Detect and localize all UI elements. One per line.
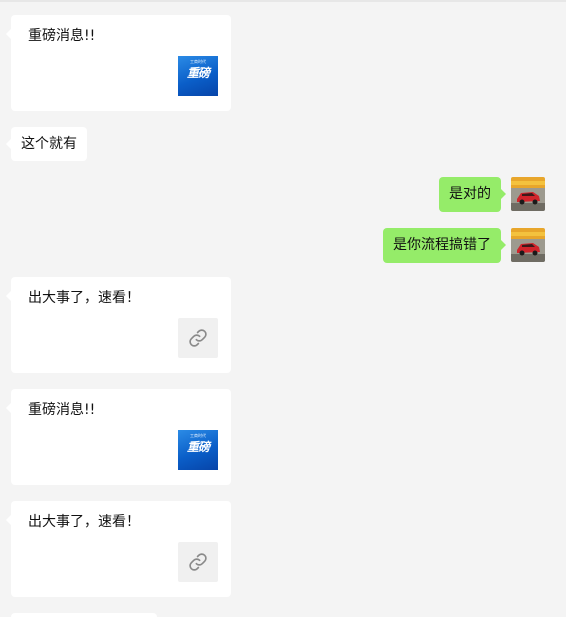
thumbnail-kicker: 工商时代 [190,433,206,438]
link-thumbnail [178,542,218,582]
message-text: 这个就有 [21,136,77,152]
news-card-message[interactable]: 重磅消息!! 工商时代 重磅 [6,389,231,485]
outgoing-text-bubble[interactable]: 是你流程搞错了 [383,228,506,263]
link-thumbnail [178,318,218,358]
user-avatar[interactable] [511,228,545,262]
link-icon [189,553,207,571]
red-car-avatar-icon [511,177,545,211]
outgoing-text-bubble[interactable]: 是对的 [439,177,506,212]
news-thumbnail: 工商时代 重磅 [178,430,218,470]
red-car-avatar-icon [511,228,545,262]
card-title: 重磅消息!! [28,28,96,44]
message-text: 是对的 [449,186,491,202]
news-thumbnail: 工商时代 重磅 [178,56,218,96]
thumbnail-headline: 重磅 [186,440,210,454]
partial-message-bubble[interactable] [11,613,157,617]
thumbnail-headline: 重磅 [186,66,210,80]
card-title: 出大事了，速看！ [28,290,140,306]
card-title: 出大事了，速看！ [28,514,140,530]
thumbnail-kicker: 工商时代 [190,59,206,64]
chat-message-area[interactable]: 重磅消息!! 工商时代 重磅 这个就有 是对的 是你流程搞错了 出大事了，速看！… [0,0,566,617]
link-card-message[interactable]: 出大事了，速看！ [6,501,231,597]
link-card-message[interactable]: 出大事了，速看！ [6,277,231,373]
message-text: 是你流程搞错了 [393,237,491,253]
incoming-text-bubble[interactable]: 这个就有 [6,127,87,161]
link-icon [189,329,207,347]
card-title: 重磅消息!! [28,402,96,418]
user-avatar[interactable] [511,177,545,211]
news-card-message[interactable]: 重磅消息!! 工商时代 重磅 [6,15,231,111]
